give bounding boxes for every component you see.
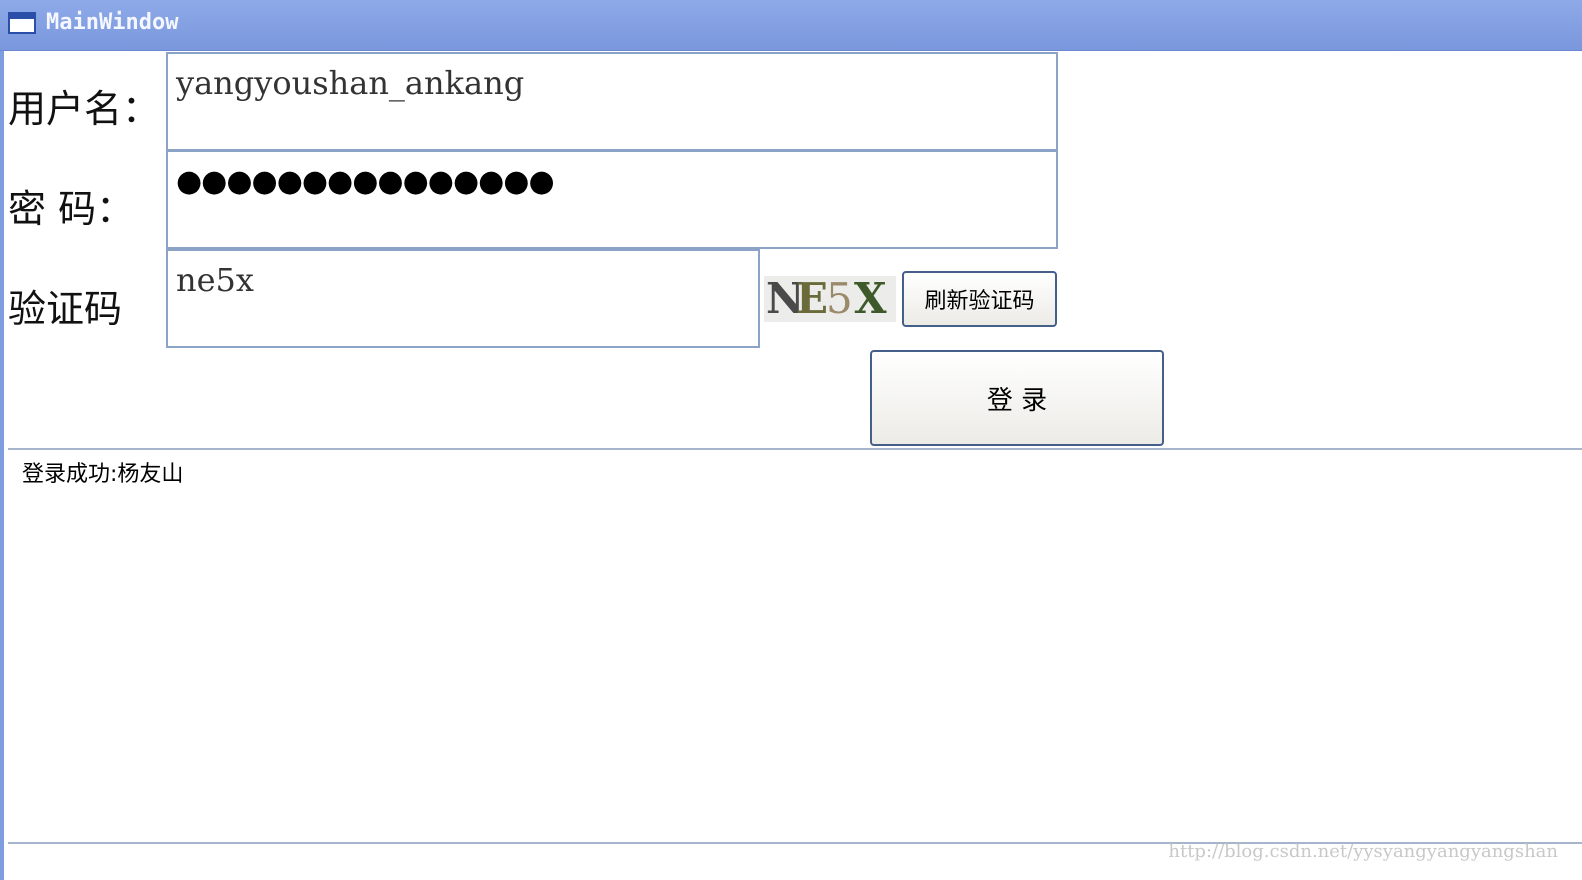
captcha-char: E — [796, 276, 829, 322]
captcha-image: N E 5 X — [764, 276, 896, 322]
username-field[interactable]: yangyoushan_ankang — [166, 52, 1058, 151]
output-area[interactable]: 登录成功:杨友山 — [8, 448, 1582, 844]
captcha-field[interactable]: ne5x — [166, 249, 760, 348]
captcha-char: X — [854, 276, 887, 322]
captcha-label: 验证码 — [8, 287, 123, 331]
password-label: 密 码： — [8, 187, 135, 231]
window-title: MainWindow — [46, 10, 179, 35]
watermark: http://blog.csdn.net/yysyangyangyangshan — [1168, 841, 1558, 862]
title-bar[interactable]: MainWindow — [0, 0, 1582, 51]
captcha-char: 5 — [826, 276, 853, 322]
login-button[interactable]: 登 录 — [870, 350, 1164, 446]
main-window: MainWindow 用户名： yangyoushan_ankang 密 码： … — [0, 0, 1582, 880]
refresh-captcha-button[interactable]: 刷新验证码 — [902, 271, 1057, 327]
window-icon — [8, 12, 36, 34]
password-field[interactable]: ●●●●●●●●●●●●●●● — [166, 150, 1058, 249]
username-label: 用户名： — [8, 87, 161, 131]
output-message: 登录成功:杨友山 — [22, 462, 184, 487]
